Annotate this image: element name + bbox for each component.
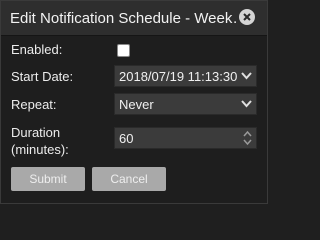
repeat-value: Never [119,97,154,112]
spinner-arrows-icon[interactable] [243,130,252,146]
dialog-title: Edit Notification Schedule - Week… [10,10,238,27]
cancel-button[interactable]: Cancel [92,167,166,191]
repeat-label: Repeat: [11,97,57,112]
duration-label-line2: (minutes): [11,142,69,157]
dialog-title-bar: Edit Notification Schedule - Week… [1,1,267,36]
repeat-select[interactable]: Never [114,93,257,115]
enabled-label: Enabled: [11,42,63,57]
submit-button[interactable]: Submit [11,167,85,191]
edit-notification-schedule-dialog: Edit Notification Schedule - Week… Enabl… [0,0,268,204]
enabled-checkbox[interactable] [117,44,130,57]
duration-label-line1: Duration [11,125,61,140]
duration-value: 60 [119,131,134,146]
chevron-down-icon [241,72,252,80]
duration-input[interactable]: 60 [114,127,257,149]
chevron-down-icon [241,100,252,108]
close-button[interactable] [239,9,255,25]
start-date-select[interactable]: 2018/07/19 11:13:30 [114,65,257,87]
start-date-label: Start Date: [11,69,74,84]
close-icon [243,13,251,21]
start-date-value: 2018/07/19 11:13:30 [119,69,238,84]
